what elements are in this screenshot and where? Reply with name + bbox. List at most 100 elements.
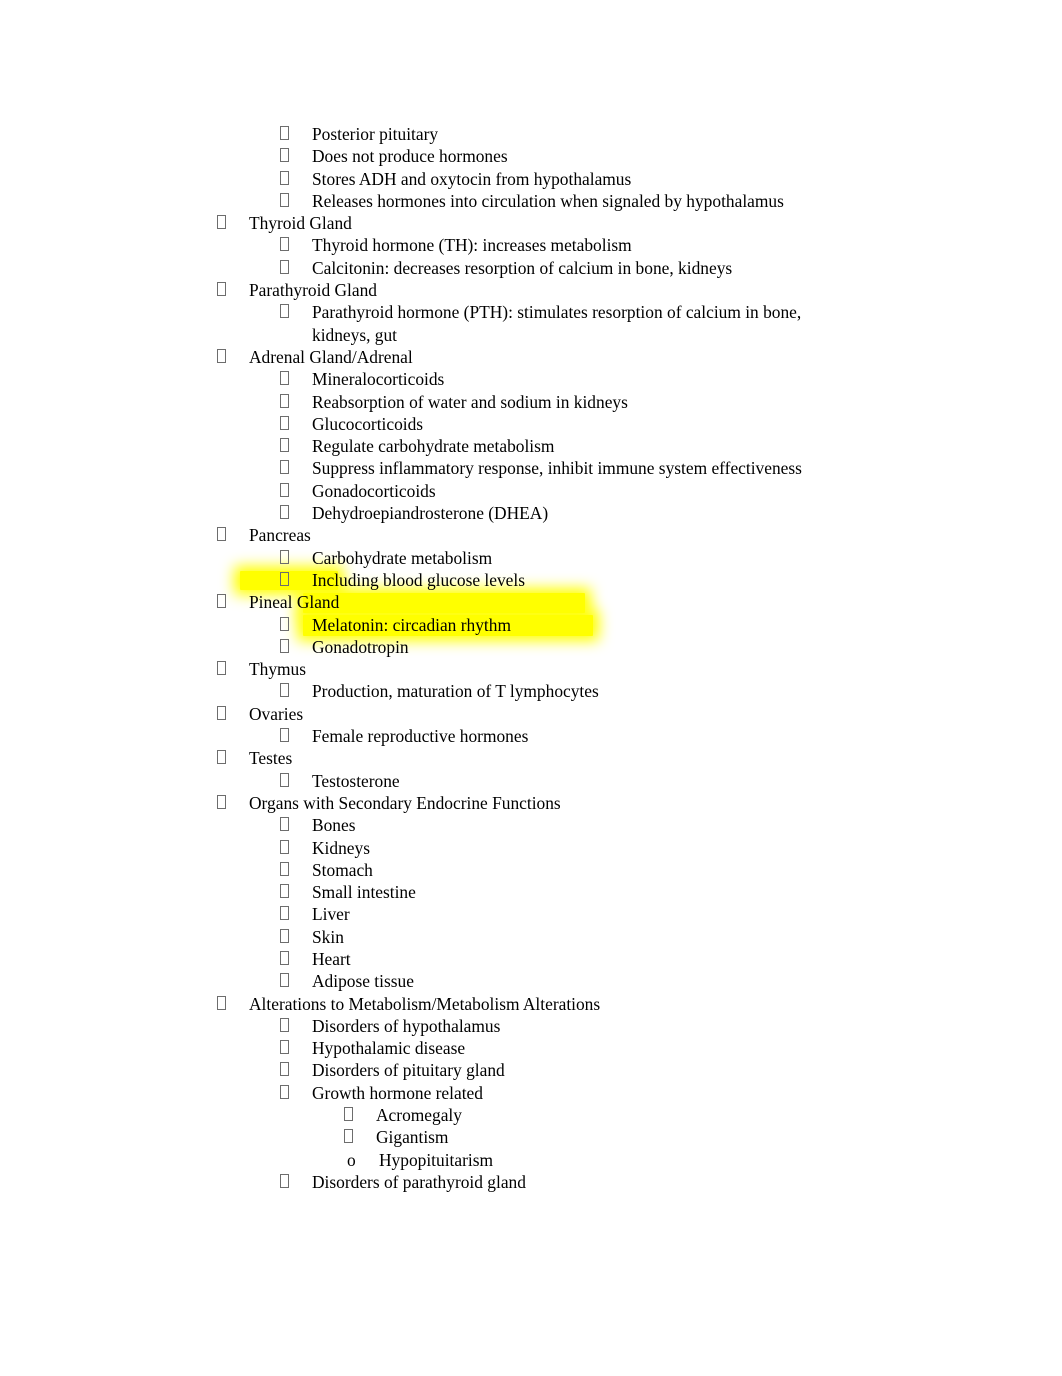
- document-page: Posterior pituitary Does not produce horm…: [0, 0, 1062, 1376]
- outline-item-text: Parathyroid hormone (PTH): stimulates re…: [312, 302, 806, 345]
- outline-item-text: Disorders of pituitary gland: [312, 1060, 505, 1081]
- outline-item-text: Growth hormone related: [312, 1082, 483, 1103]
- outline-item-text: Posterior pituitary: [312, 124, 439, 144]
- outline-item-text: Testosterone: [312, 770, 400, 791]
- outline-item-text: Stomach: [312, 859, 373, 880]
- outline-list: Posterior pituitary Does not produce horm…: [0, 0, 1062, 1193]
- outline-item-text: Heart: [312, 948, 351, 969]
- box-bullet-icon: [280, 881, 312, 903]
- outline-item: Suppress inflammatory response, inhibit …: [0, 457, 1062, 479]
- outline-item: Skin: [0, 926, 1062, 948]
- box-bullet-icon: [217, 591, 249, 613]
- outline-item: Glucocorticoids: [0, 413, 1062, 435]
- outline-item: o Hypopituitarism: [0, 1149, 1062, 1171]
- box-bullet-icon: [217, 279, 249, 301]
- outline-item: Disorders of pituitary gland: [0, 1059, 1062, 1081]
- box-bullet-icon: [217, 703, 249, 725]
- outline-item: Acromegaly: [0, 1104, 1062, 1126]
- outline-item-text: Small intestine: [312, 882, 416, 903]
- outline-item-text: Gonadotropin: [312, 636, 409, 657]
- outline-item: Reabsorption of water and sodium in kidn…: [0, 391, 1062, 413]
- outline-item: Disorders of hypothalamus: [0, 1015, 1062, 1037]
- outline-item-text: Disorders of parathyroid gland: [312, 1171, 526, 1192]
- outline-item: Gigantism: [0, 1126, 1062, 1148]
- outline-item-text: Thyroid Gland: [249, 213, 352, 234]
- outline-item: Stores ADH and oxytocin from hypothalamu…: [0, 168, 1062, 190]
- outline-item: Alterations to Metabolism/Metabolism Alt…: [0, 993, 1062, 1015]
- outline-item-text: Releases hormones into circulation when …: [312, 190, 784, 211]
- outline-item-text: Female reproductive hormones: [312, 726, 529, 747]
- box-bullet-icon: [344, 1126, 376, 1148]
- outline-item: Releases hormones into circulation when …: [0, 190, 1062, 212]
- box-bullet-icon: [344, 1104, 376, 1126]
- outline-item: Disorders of parathyroid gland: [0, 1171, 1062, 1193]
- box-bullet-icon: [217, 993, 249, 1015]
- box-bullet-icon: [217, 524, 249, 546]
- outline-item: Melatonin: circadian rhythm: [0, 614, 1062, 636]
- outline-item-text: Liver: [312, 904, 350, 925]
- outline-item: Including blood glucose levels: [0, 569, 1062, 591]
- outline-item: Adipose tissue: [0, 970, 1062, 992]
- box-bullet-icon: [280, 123, 312, 145]
- box-bullet-icon: [280, 145, 312, 167]
- outline-item: Bones: [0, 814, 1062, 836]
- outline-item: Female reproductive hormones: [0, 725, 1062, 747]
- hollow-circle-bullet-icon: o: [347, 1149, 356, 1170]
- box-bullet-icon: [217, 212, 249, 234]
- outline-item: Thymus: [0, 658, 1062, 680]
- box-bullet-icon: [280, 948, 312, 970]
- outline-item: Parathyroid Gland: [0, 279, 1062, 301]
- box-bullet-icon: [280, 234, 312, 256]
- outline-item-text: Glucocorticoids: [312, 413, 424, 434]
- box-bullet-icon: [280, 547, 312, 569]
- box-bullet-icon: [280, 859, 312, 881]
- box-bullet-icon: [280, 926, 312, 948]
- box-bullet-icon: [280, 480, 312, 502]
- outline-item-text: Gonadocorticoids: [312, 480, 436, 501]
- box-bullet-icon: [217, 346, 249, 368]
- box-bullet-icon: [217, 792, 249, 814]
- outline-item-text: Parathyroid Gland: [249, 280, 377, 301]
- outline-item-text: Pancreas: [249, 525, 311, 546]
- box-bullet-icon: [217, 747, 249, 769]
- box-bullet-icon: [280, 1059, 312, 1081]
- outline-item: Ovaries: [0, 703, 1062, 725]
- outline-item-text: Carbohydrate metabolism: [312, 547, 493, 568]
- box-bullet-icon: [280, 301, 312, 323]
- box-bullet-icon: [280, 368, 312, 390]
- box-bullet-icon: [280, 1082, 312, 1104]
- outline-item: Gonadocorticoids: [0, 480, 1062, 502]
- outline-item-text: Mineralocorticoids: [312, 369, 445, 390]
- outline-item-text: Reabsorption of water and sodium in kidn…: [312, 391, 628, 412]
- outline-item-text: Pineal Gland: [249, 592, 340, 613]
- outline-item: Organs with Secondary Endocrine Function…: [0, 792, 1062, 814]
- box-bullet-icon: [217, 658, 249, 680]
- box-bullet-icon: [280, 1015, 312, 1037]
- box-bullet-icon: [280, 1171, 312, 1193]
- box-bullet-icon: [280, 502, 312, 524]
- outline-item: Small intestine: [0, 881, 1062, 903]
- outline-item-text: Production, maturation of T lymphocytes: [312, 681, 599, 702]
- outline-item: Gonadotropin: [0, 636, 1062, 658]
- outline-item-text: Stores ADH and oxytocin from hypothalamu…: [312, 168, 632, 189]
- box-bullet-icon: [280, 970, 312, 992]
- box-bullet-icon: [280, 168, 312, 190]
- outline-item: Kidneys: [0, 837, 1062, 859]
- outline-item-text: Hypothalamic disease: [312, 1038, 466, 1059]
- outline-item-text: Skin: [312, 926, 344, 947]
- outline-item-text: Kidneys: [312, 837, 370, 858]
- outline-item-text: Hypopituitarism: [379, 1149, 493, 1170]
- box-bullet-icon: [280, 814, 312, 836]
- outline-item: Regulate carbohydrate metabolism: [0, 435, 1062, 457]
- outline-item: Pancreas: [0, 524, 1062, 546]
- box-bullet-icon: [280, 1037, 312, 1059]
- outline-item: Thyroid Gland: [0, 212, 1062, 234]
- outline-item: Posterior pituitary: [0, 123, 1062, 145]
- outline-item-text: Thymus: [249, 659, 307, 680]
- box-bullet-icon: [280, 391, 312, 413]
- outline-item-text: Regulate carbohydrate metabolism: [312, 436, 555, 457]
- outline-item-text: Adipose tissue: [312, 971, 414, 992]
- outline-item: Heart: [0, 948, 1062, 970]
- box-bullet-icon: [280, 837, 312, 859]
- outline-item: Mineralocorticoids: [0, 368, 1062, 390]
